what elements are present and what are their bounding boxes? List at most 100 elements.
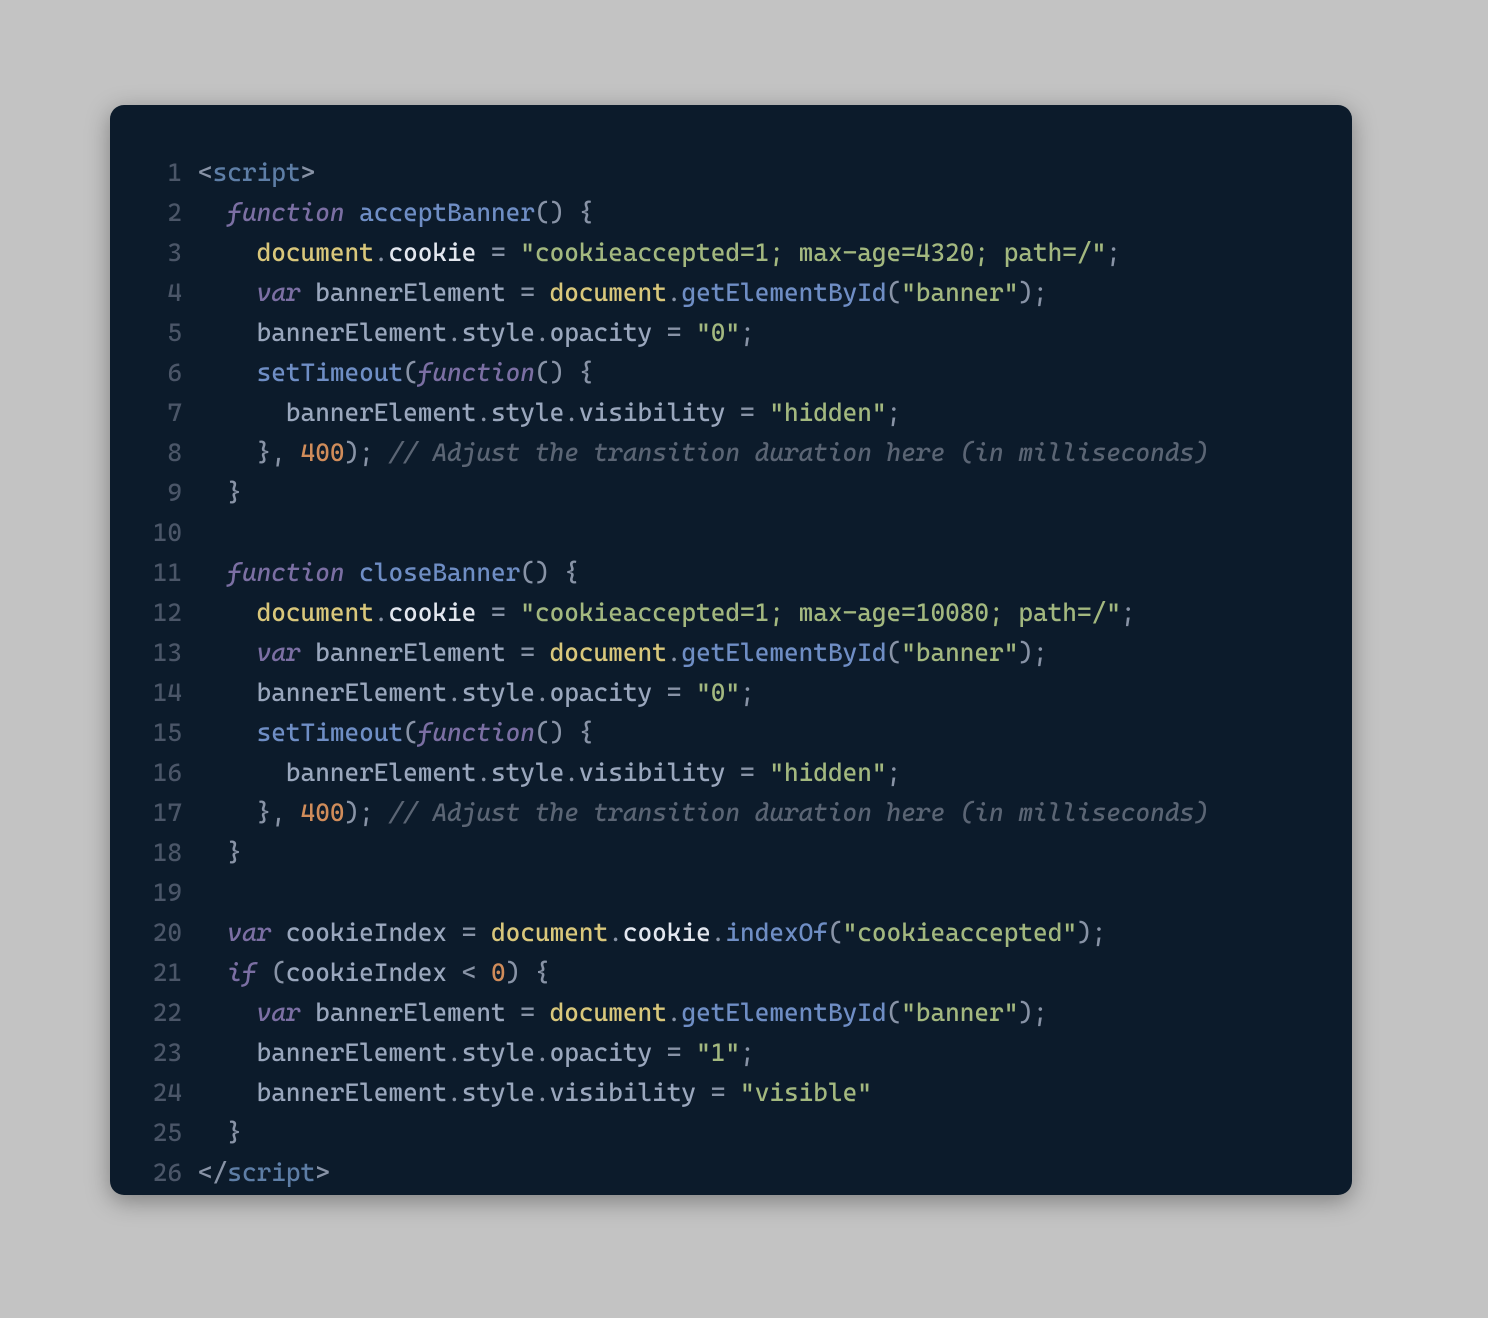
code-token [301, 638, 316, 667]
code-token: getElementById [681, 998, 886, 1027]
code-token [198, 238, 257, 267]
code-token [725, 1078, 740, 1107]
code-line[interactable]: 1<script> [126, 153, 1334, 193]
code-line[interactable]: 7 bannerElement.style.visibility = "hidd… [126, 393, 1334, 433]
line-number: 5 [126, 313, 198, 353]
code-token: { [579, 718, 594, 747]
code-content[interactable]: document.cookie = "cookieaccepted=1; max… [198, 593, 1334, 633]
code-line[interactable]: 20 var cookieIndex = document.cookie.ind… [126, 913, 1334, 953]
code-token [681, 318, 696, 347]
code-editor-pane[interactable]: 1<script>2 function acceptBanner() {3 do… [110, 105, 1352, 1195]
code-content[interactable]: bannerElement.style.opacity = "1"; [198, 1033, 1334, 1073]
code-token: document [491, 918, 608, 947]
code-content[interactable]: <script> [198, 153, 1334, 193]
code-token: . [476, 758, 491, 787]
code-token: "banner" [901, 638, 1018, 667]
code-content[interactable]: function closeBanner() { [198, 553, 1334, 593]
code-token: ) [506, 958, 521, 987]
code-area[interactable]: 1<script>2 function acceptBanner() {3 do… [110, 105, 1352, 1195]
code-line[interactable]: 9 } [126, 473, 1334, 513]
code-line[interactable]: 24 bannerElement.style.visibility = "vis… [126, 1073, 1334, 1113]
code-line[interactable]: 16 bannerElement.style.visibility = "hid… [126, 753, 1334, 793]
code-content[interactable]: bannerElement.style.opacity = "0"; [198, 673, 1334, 713]
code-token: "1" [696, 1038, 740, 1067]
code-line[interactable]: 11 function closeBanner() { [126, 553, 1334, 593]
code-line[interactable]: 25 } [126, 1113, 1334, 1153]
code-line[interactable]: 4 var bannerElement = document.getElemen… [126, 273, 1334, 313]
code-content[interactable]: bannerElement.style.visibility = "hidden… [198, 393, 1334, 433]
code-content[interactable]: setTimeout(function() { [198, 713, 1334, 753]
line-number: 22 [126, 993, 198, 1033]
code-content[interactable]: } [198, 473, 1334, 513]
code-token: = [667, 318, 682, 347]
code-token: . [535, 318, 550, 347]
code-token: cookieIndex [286, 958, 447, 987]
code-token: . [667, 638, 682, 667]
code-token: . [447, 678, 462, 707]
code-token: { [535, 958, 550, 987]
code-token [535, 998, 550, 1027]
code-content[interactable]: setTimeout(function() { [198, 353, 1334, 393]
code-line[interactable]: 6 setTimeout(function() { [126, 353, 1334, 393]
code-content[interactable]: } [198, 1113, 1334, 1153]
page-canvas: 1<script>2 function acceptBanner() {3 do… [0, 0, 1488, 1318]
code-line[interactable]: 26</script> [126, 1153, 1334, 1193]
code-line[interactable]: 23 bannerElement.style.opacity = "1"; [126, 1033, 1334, 1073]
code-content[interactable]: bannerElement.style.visibility = "hidden… [198, 753, 1334, 793]
code-token [198, 1118, 227, 1147]
code-token: "hidden" [769, 758, 886, 787]
code-token: ; [1121, 598, 1136, 627]
code-token: } [227, 838, 242, 867]
code-token: . [667, 998, 682, 1027]
code-content[interactable]: if (cookieIndex < 0) { [198, 953, 1334, 993]
code-token [198, 598, 257, 627]
code-line[interactable]: 13 var bannerElement = document.getEleme… [126, 633, 1334, 673]
code-token: ); [345, 438, 374, 467]
code-token: cookie [623, 918, 711, 947]
code-token: ( [271, 958, 286, 987]
code-line[interactable]: 19 [126, 873, 1334, 913]
line-number: 12 [126, 593, 198, 633]
code-content[interactable]: bannerElement.style.visibility = "visibl… [198, 1073, 1334, 1113]
code-line[interactable]: 14 bannerElement.style.opacity = "0"; [126, 673, 1334, 713]
code-line[interactable]: 3 document.cookie = "cookieaccepted=1; m… [126, 233, 1334, 273]
line-number: 20 [126, 913, 198, 953]
code-token: () [535, 718, 564, 747]
code-token [755, 758, 770, 787]
code-content[interactable]: var bannerElement = document.getElementB… [198, 633, 1334, 673]
code-line[interactable]: 10 [126, 513, 1334, 553]
line-number: 17 [126, 793, 198, 833]
line-number: 1 [126, 153, 198, 193]
code-line[interactable]: 22 var bannerElement = document.getEleme… [126, 993, 1334, 1033]
code-line[interactable]: 5 bannerElement.style.opacity = "0"; [126, 313, 1334, 353]
code-line[interactable]: 21 if (cookieIndex < 0) { [126, 953, 1334, 993]
code-line[interactable]: 18 } [126, 833, 1334, 873]
code-line[interactable]: 17 }, 400); // Adjust the transition dur… [126, 793, 1334, 833]
code-content[interactable]: function acceptBanner() { [198, 193, 1334, 233]
code-token [286, 438, 301, 467]
code-token: = [491, 598, 506, 627]
code-token [286, 798, 301, 827]
code-content[interactable]: var bannerElement = document.getElementB… [198, 993, 1334, 1033]
code-token: getElementById [681, 638, 886, 667]
code-token: . [711, 918, 726, 947]
code-content[interactable]: var cookieIndex = document.cookie.indexO… [198, 913, 1334, 953]
code-line[interactable]: 2 function acceptBanner() { [126, 193, 1334, 233]
code-content[interactable]: var bannerElement = document.getElementB… [198, 273, 1334, 313]
code-content[interactable]: } [198, 833, 1334, 873]
code-token: > [301, 158, 316, 187]
code-content[interactable]: }, 400); // Adjust the transition durati… [198, 793, 1334, 833]
code-line[interactable]: 12 document.cookie = "cookieaccepted=1; … [126, 593, 1334, 633]
code-token: 0 [491, 958, 506, 987]
code-token: script [213, 158, 301, 187]
code-token: visibility [579, 398, 725, 427]
code-token: ; [740, 318, 755, 347]
code-content[interactable]: bannerElement.style.opacity = "0"; [198, 313, 1334, 353]
code-token [198, 398, 286, 427]
code-line[interactable]: 8 }, 400); // Adjust the transition dura… [126, 433, 1334, 473]
code-line[interactable]: 15 setTimeout(function() { [126, 713, 1334, 753]
code-token: style [491, 398, 564, 427]
code-content[interactable]: </script> [198, 1153, 1334, 1193]
code-content[interactable]: }, 400); // Adjust the transition durati… [198, 433, 1334, 473]
code-content[interactable]: document.cookie = "cookieaccepted=1; max… [198, 233, 1334, 273]
